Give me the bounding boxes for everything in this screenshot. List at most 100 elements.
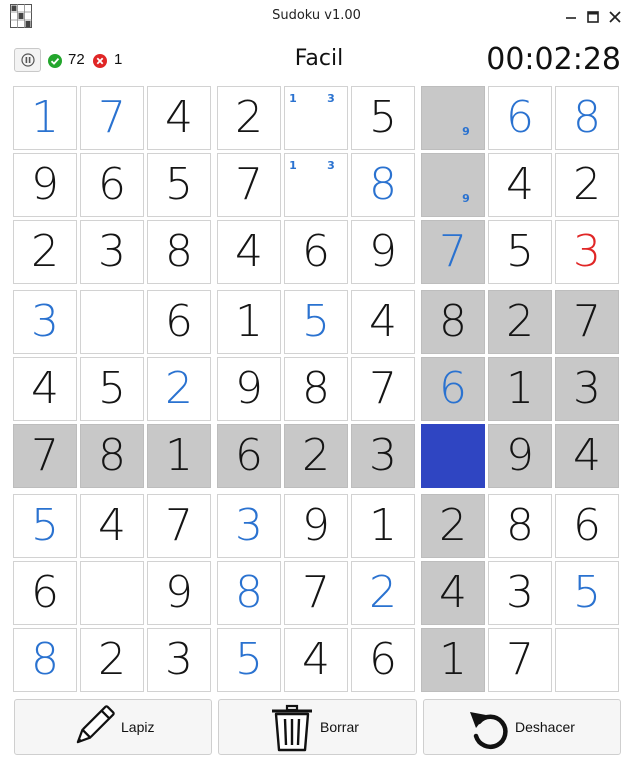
board-cell-r3c5[interactable]: 6	[284, 220, 348, 284]
board-cell-r1c2[interactable]: 7	[80, 86, 144, 150]
board-cell-r4c9[interactable]: 7	[555, 290, 619, 354]
board-cell-r6c9[interactable]: 4	[555, 424, 619, 488]
pencil-note: 9	[462, 192, 470, 205]
board-cell-r6c2[interactable]: 8	[80, 424, 144, 488]
erase-button[interactable]: Borrar	[218, 699, 417, 755]
board-cell-r5c3[interactable]: 2	[147, 357, 211, 421]
board-cell-r7c5[interactable]: 9	[284, 494, 348, 558]
close-icon[interactable]	[605, 7, 625, 27]
board-cell-r7c6[interactable]: 1	[351, 494, 415, 558]
cell-value: 3	[573, 226, 601, 277]
board-cell-r9c5[interactable]: 4	[284, 628, 348, 692]
pencil-note: 3	[327, 92, 335, 105]
board-cell-r7c8[interactable]: 8	[488, 494, 552, 558]
board-cell-r1c4[interactable]: 2	[217, 86, 281, 150]
board-cell-r6c1[interactable]: 7	[13, 424, 77, 488]
board-cell-r7c1[interactable]: 5	[13, 494, 77, 558]
board-cell-r8c8[interactable]: 3	[488, 561, 552, 625]
board-cell-r2c8[interactable]: 4	[488, 153, 552, 217]
minimize-icon[interactable]	[561, 7, 581, 27]
board-cell-r1c7[interactable]	[421, 86, 485, 150]
board-cell-r4c3[interactable]: 6	[147, 290, 211, 354]
board-cell-r8c1[interactable]: 6	[13, 561, 77, 625]
board-cell-r2c1[interactable]: 9	[13, 153, 77, 217]
board-cell-r5c5[interactable]: 8	[284, 357, 348, 421]
board-cell-r4c6[interactable]: 4	[351, 290, 415, 354]
board-cell-r8c5[interactable]: 7	[284, 561, 348, 625]
board-cell-r3c1[interactable]: 2	[13, 220, 77, 284]
board-cell-r5c1[interactable]: 4	[13, 357, 77, 421]
board-cell-r6c4[interactable]: 6	[217, 424, 281, 488]
board-cell-r5c2[interactable]: 5	[80, 357, 144, 421]
cell-value: 4	[369, 296, 397, 347]
board-cell-r9c4[interactable]: 5	[217, 628, 281, 692]
board-cell-r2c7[interactable]	[421, 153, 485, 217]
board-cell-r4c8[interactable]: 2	[488, 290, 552, 354]
pencil-button[interactable]: Lapiz	[14, 699, 212, 755]
board-cell-r3c7[interactable]: 7	[421, 220, 485, 284]
board-cell-r4c4[interactable]: 1	[217, 290, 281, 354]
board-cell-r9c8[interactable]: 7	[488, 628, 552, 692]
board-cell-r2c3[interactable]: 5	[147, 153, 211, 217]
board-cell-r3c4[interactable]: 4	[217, 220, 281, 284]
board-cell-r9c1[interactable]: 8	[13, 628, 77, 692]
board-cell-r8c9[interactable]: 5	[555, 561, 619, 625]
board-cell-r3c3[interactable]: 8	[147, 220, 211, 284]
board-cell-r3c6[interactable]: 9	[351, 220, 415, 284]
board-cell-r1c8[interactable]: 6	[488, 86, 552, 150]
board-cell-r1c3[interactable]: 4	[147, 86, 211, 150]
pencil-label: Lapiz	[121, 719, 155, 735]
cell-value: 7	[506, 634, 534, 685]
cell-value: 4	[439, 567, 467, 618]
board-cell-r5c7[interactable]: 6	[421, 357, 485, 421]
board-cell-r6c3[interactable]: 1	[147, 424, 211, 488]
undo-button[interactable]: Deshacer	[423, 699, 621, 755]
board-cell-r8c2[interactable]	[80, 561, 144, 625]
cell-value: 8	[506, 500, 534, 551]
board-cell-r1c6[interactable]: 5	[351, 86, 415, 150]
pause-button[interactable]	[14, 48, 41, 72]
board-cell-r6c5[interactable]: 2	[284, 424, 348, 488]
board-cell-r6c7[interactable]	[421, 424, 485, 488]
board-cell-r4c7[interactable]: 8	[421, 290, 485, 354]
board-cell-r1c1[interactable]: 1	[13, 86, 77, 150]
board-cell-r5c4[interactable]: 9	[217, 357, 281, 421]
cell-value: 1	[506, 363, 534, 414]
board-cell-r7c7[interactable]: 2	[421, 494, 485, 558]
board-cell-r5c8[interactable]: 1	[488, 357, 552, 421]
board-cell-r4c2[interactable]	[80, 290, 144, 354]
board-cell-r7c9[interactable]: 6	[555, 494, 619, 558]
board-cell-r9c7[interactable]: 1	[421, 628, 485, 692]
board-cell-r7c4[interactable]: 3	[217, 494, 281, 558]
board-cell-r9c3[interactable]: 3	[147, 628, 211, 692]
board-cell-r5c9[interactable]: 3	[555, 357, 619, 421]
board-cell-r7c3[interactable]: 7	[147, 494, 211, 558]
board-cell-r9c9[interactable]	[555, 628, 619, 692]
board-cell-r1c9[interactable]: 8	[555, 86, 619, 150]
maximize-icon[interactable]	[583, 7, 603, 27]
board-cell-r2c4[interactable]: 7	[217, 153, 281, 217]
trash-icon	[267, 704, 317, 752]
board-cell-r6c6[interactable]: 3	[351, 424, 415, 488]
cell-value: 7	[235, 159, 263, 210]
board-cell-r4c1[interactable]: 3	[13, 290, 77, 354]
board-cell-r8c6[interactable]: 2	[351, 561, 415, 625]
board-cell-r5c6[interactable]: 7	[351, 357, 415, 421]
board-cell-r8c4[interactable]: 8	[217, 561, 281, 625]
board-cell-r3c2[interactable]: 3	[80, 220, 144, 284]
board-cell-r9c6[interactable]: 6	[351, 628, 415, 692]
cell-value: 3	[573, 363, 601, 414]
board-cell-r9c2[interactable]: 2	[80, 628, 144, 692]
board-cell-r2c6[interactable]: 8	[351, 153, 415, 217]
board-cell-r2c2[interactable]: 6	[80, 153, 144, 217]
board-cell-r7c2[interactable]: 4	[80, 494, 144, 558]
board-cell-r3c9[interactable]: 3	[555, 220, 619, 284]
board-cell-r6c8[interactable]: 9	[488, 424, 552, 488]
cell-value: 8	[369, 159, 397, 210]
board-cell-r8c7[interactable]: 4	[421, 561, 485, 625]
board-cell-r2c9[interactable]: 2	[555, 153, 619, 217]
board-cell-r3c8[interactable]: 5	[488, 220, 552, 284]
board-cell-r8c3[interactable]: 9	[147, 561, 211, 625]
cell-value: 3	[235, 500, 263, 551]
board-cell-r4c5[interactable]: 5	[284, 290, 348, 354]
